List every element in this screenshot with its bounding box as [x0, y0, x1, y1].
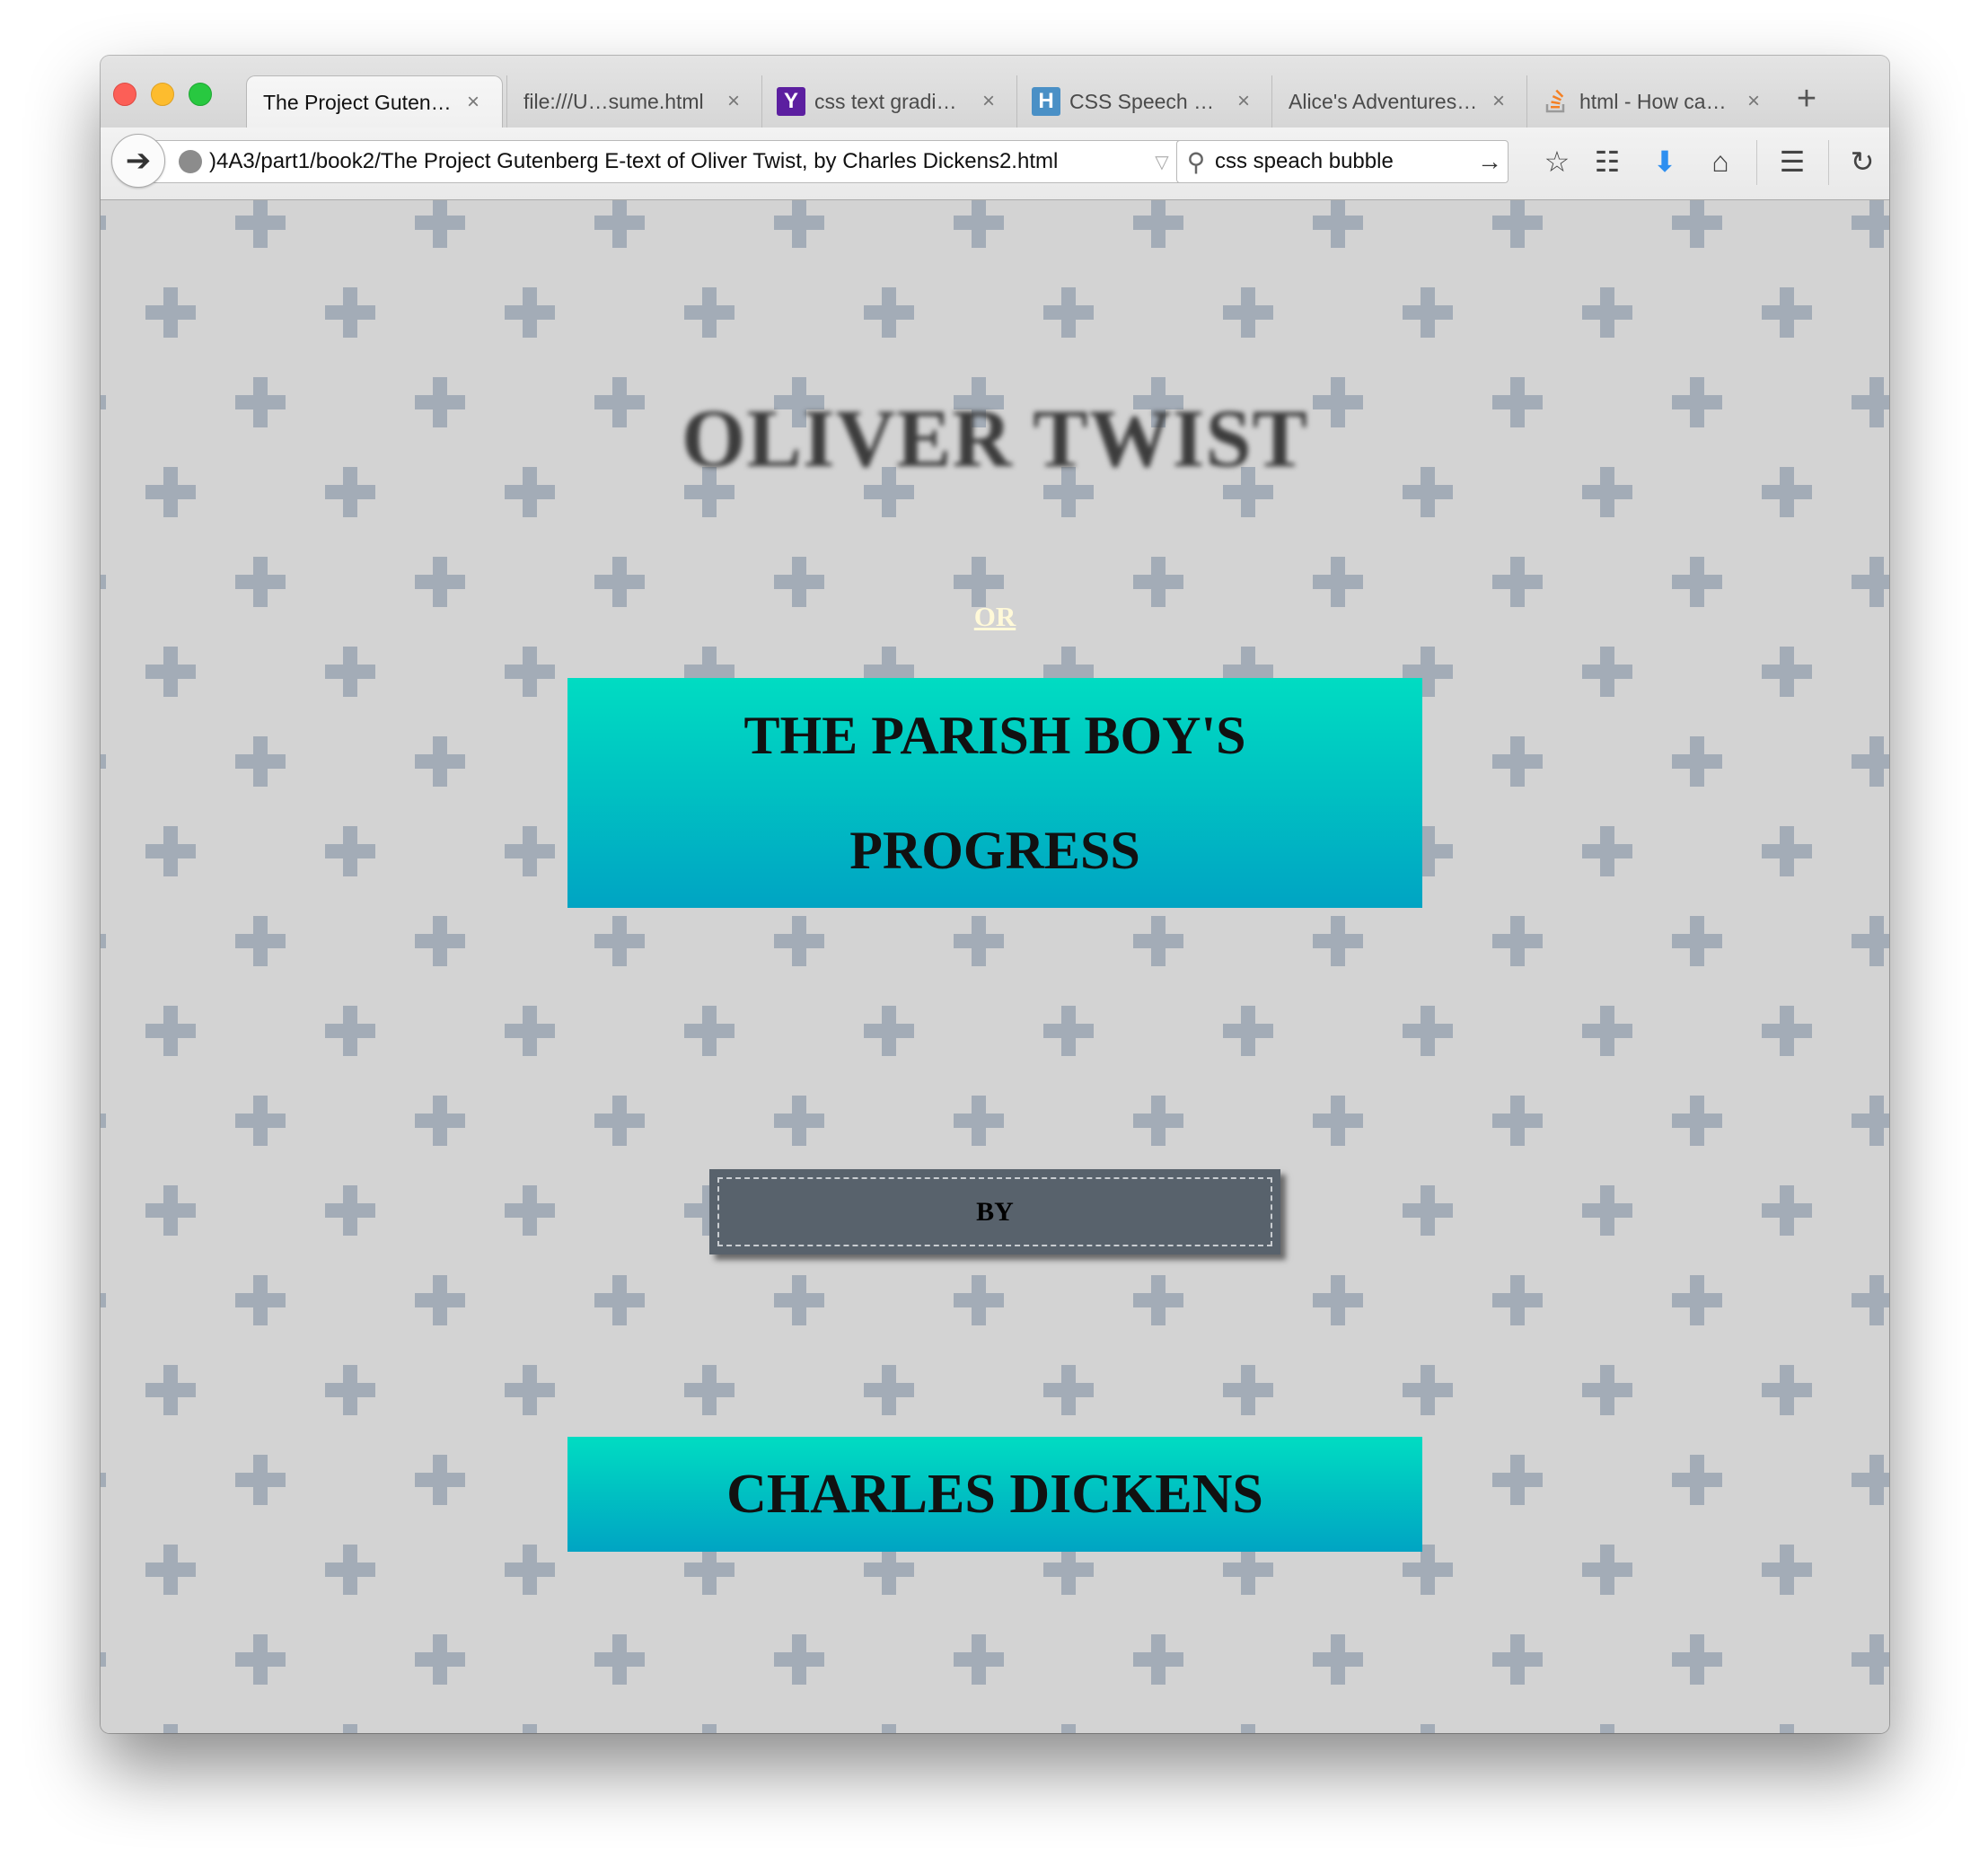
- tab-css-speech[interactable]: H CSS Speech … ×: [1016, 75, 1272, 128]
- reading-list-icon[interactable]: ☷: [1589, 144, 1625, 180]
- tab-css-text-gradient[interactable]: Y css text gradi… ×: [761, 75, 1017, 128]
- tab-title: CSS Speech …: [1069, 89, 1215, 113]
- downloads-icon[interactable]: ⬇: [1647, 144, 1683, 180]
- tab-title: css text gradi…: [814, 89, 957, 113]
- search-icon: ⚲: [1186, 147, 1206, 176]
- browser-window: The Project Guten… × file:///U…sume.html…: [101, 56, 1889, 1733]
- author-name: CHARLES DICKENS: [726, 1463, 1263, 1525]
- navigation-bar: ➔ )4A3/part1/book2/The Project Gutenberg…: [101, 128, 1889, 200]
- tab-title: The Project Guten…: [263, 90, 452, 114]
- search-go-icon[interactable]: →: [1472, 147, 1508, 176]
- tab-html-how-can[interactable]: html - How ca… ×: [1526, 75, 1782, 128]
- tab-title: file:///U…sume.html: [523, 89, 704, 113]
- home-icon[interactable]: ⌂: [1702, 144, 1738, 180]
- url-text[interactable]: )4A3/part1/book2/The Project Gutenberg E…: [209, 149, 1148, 174]
- sync-icon[interactable]: ↻: [1844, 144, 1880, 180]
- new-tab-button[interactable]: +: [1789, 81, 1825, 117]
- minimize-window-button[interactable]: [151, 83, 174, 106]
- close-window-button[interactable]: [113, 83, 136, 106]
- close-icon[interactable]: ×: [978, 89, 999, 114]
- page-title: OLIVER TWIST: [681, 392, 1308, 484]
- tab-resume-file[interactable]: file:///U…sume.html ×: [506, 75, 762, 128]
- h-site-icon: H: [1032, 87, 1060, 116]
- close-icon[interactable]: ×: [723, 89, 744, 114]
- back-button[interactable]: ➔: [111, 134, 165, 188]
- tab-strip: The Project Guten… × file:///U…sume.html…: [101, 56, 1889, 128]
- close-icon[interactable]: ×: [1488, 89, 1509, 114]
- toolbar-separator: [1828, 140, 1829, 185]
- stack-overflow-icon: [1542, 87, 1570, 116]
- search-bar[interactable]: ⚲ css speach bubble →: [1176, 140, 1509, 183]
- tab-alices-adventures[interactable]: Alice's Adventures… ×: [1271, 75, 1527, 128]
- history-dropdown-icon[interactable]: ▽: [1148, 151, 1175, 173]
- tab-project-gutenberg[interactable]: The Project Guten… ×: [246, 75, 503, 128]
- yahoo-icon: Y: [777, 87, 805, 116]
- by-box: BY: [709, 1169, 1280, 1254]
- by-text: BY: [717, 1177, 1272, 1246]
- author-banner: CHARLES DICKENS: [567, 1437, 1422, 1552]
- tab-title: Alice's Adventures…: [1289, 89, 1478, 113]
- url-bar[interactable]: )4A3/part1/book2/The Project Gutenberg E…: [151, 140, 1212, 183]
- zoom-window-button[interactable]: [189, 83, 212, 106]
- close-icon[interactable]: ×: [462, 90, 484, 115]
- menu-icon[interactable]: ☰: [1774, 144, 1810, 180]
- close-icon[interactable]: ×: [1233, 89, 1254, 114]
- subtitle-text: THE PARISH BOY'S PROGRESS: [743, 706, 1246, 880]
- search-input[interactable]: css speach bubble: [1215, 149, 1472, 174]
- or-link[interactable]: OR: [101, 601, 1889, 633]
- page-content: OLIVER TWIST OR THE PARISH BOY'S PROGRES…: [101, 200, 1889, 1733]
- tab-title: html - How ca…: [1579, 89, 1727, 113]
- globe-icon: [179, 150, 202, 173]
- toolbar-separator: [1756, 140, 1757, 185]
- bookmark-star-icon[interactable]: ☆: [1539, 144, 1575, 180]
- back-arrow-icon: ➔: [125, 144, 152, 178]
- close-icon[interactable]: ×: [1743, 89, 1764, 114]
- subtitle-banner: THE PARISH BOY'S PROGRESS: [567, 678, 1422, 908]
